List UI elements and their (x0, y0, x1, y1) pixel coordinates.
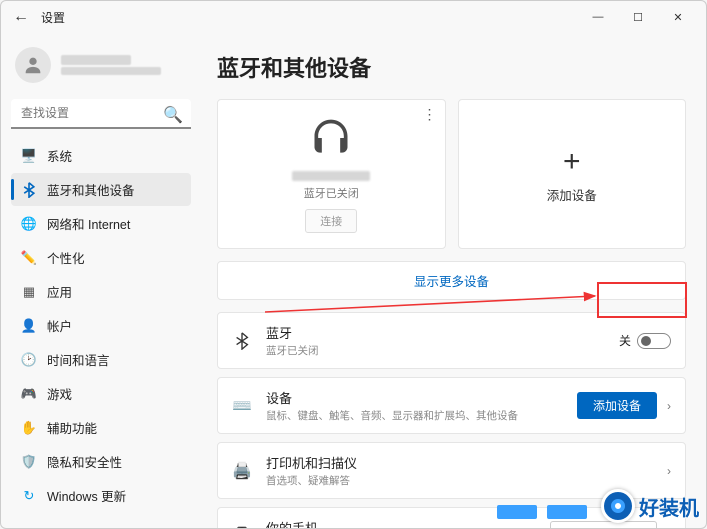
watermark-logo-icon (601, 489, 635, 523)
chevron-right-icon: › (667, 464, 671, 478)
search-box[interactable]: 🔍 (11, 99, 191, 129)
main-content: 蓝牙和其他设备 ⋮ 蓝牙已关闭 连接 + 添加设备 显示更多设备 (201, 33, 706, 528)
printers-title: 打印机和扫描仪 (266, 453, 357, 472)
watermark: 好装机 (601, 489, 699, 523)
chevron-right-icon: › (667, 399, 671, 413)
sidebar-item-0[interactable]: 🖥️ 系统 (11, 139, 191, 172)
device-card[interactable]: ⋮ 蓝牙已关闭 连接 (217, 99, 446, 249)
avatar-icon (15, 47, 51, 83)
nav-icon: ↻ (21, 488, 37, 504)
show-more-devices-link[interactable]: 显示更多设备 (217, 261, 686, 300)
profile-name-redacted (61, 55, 131, 65)
phone-title: 你的手机 (266, 518, 466, 528)
nav-label: 系统 (47, 146, 72, 165)
devices-row[interactable]: ⌨️ 设备 鼠标、键盘、触笔、音频、显示器和扩展坞、其他设备 添加设备 › (217, 377, 686, 434)
nav-icon (21, 182, 37, 198)
nav-icon: 🖥️ (21, 148, 37, 164)
plus-icon: + (563, 145, 581, 179)
profile-email-redacted (61, 67, 161, 75)
devices-icon: ⌨️ (232, 396, 252, 416)
nav-list: 🖥️ 系统蓝牙和其他设备 🌐 网络和 Internet ✏️ 个性化 ▦ 应用 👤 帐户 🕑 时间和语… (11, 139, 191, 512)
nav-icon: ✋ (21, 420, 37, 436)
window-title: 设置 (41, 9, 65, 26)
profile-text (61, 55, 161, 75)
sidebar-item-10[interactable]: ↻ Windows 更新 (11, 479, 191, 512)
sidebar-item-7[interactable]: 🎮 游戏 (11, 377, 191, 410)
sidebar-item-4[interactable]: ▦ 应用 (11, 275, 191, 308)
window-controls: — ☐ ✕ (578, 1, 698, 33)
more-icon[interactable]: ⋮ (423, 106, 437, 123)
nav-icon: ✏️ (21, 250, 37, 266)
back-button[interactable]: ← (9, 8, 33, 26)
nav-icon: 🎮 (21, 386, 37, 402)
bluetooth-toggle[interactable] (637, 333, 671, 349)
nav-label: 时间和语言 (47, 350, 110, 369)
device-name-redacted (292, 171, 370, 181)
device-cards: ⋮ 蓝牙已关闭 连接 + 添加设备 (217, 99, 686, 249)
headphones-icon (309, 116, 353, 165)
add-device-card[interactable]: + 添加设备 (458, 99, 687, 249)
search-icon: 🔍 (163, 105, 183, 125)
minimize-button[interactable]: — (578, 1, 618, 33)
device-status: 蓝牙已关闭 (304, 185, 359, 201)
redaction-bar (547, 505, 587, 519)
sidebar-item-5[interactable]: 👤 帐户 (11, 309, 191, 342)
add-device-button[interactable]: 添加设备 (577, 392, 657, 419)
devices-title: 设备 (266, 388, 518, 407)
bluetooth-sub: 蓝牙已关闭 (266, 343, 319, 358)
maximize-button[interactable]: ☐ (618, 1, 658, 33)
bluetooth-toggle-group: 关 (619, 332, 671, 349)
sidebar-item-9[interactable]: 🛡️ 隐私和安全性 (11, 445, 191, 478)
redaction-bar (497, 505, 537, 519)
sidebar-item-6[interactable]: 🕑 时间和语言 (11, 343, 191, 376)
add-device-label: 添加设备 (547, 185, 597, 204)
sidebar-item-8[interactable]: ✋ 辅助功能 (11, 411, 191, 444)
titlebar: ← 设置 — ☐ ✕ (1, 1, 706, 33)
toggle-label: 关 (619, 332, 631, 349)
nav-icon: 🕑 (21, 352, 37, 368)
nav-label: 隐私和安全性 (47, 452, 122, 471)
phone-icon: 📱 (232, 526, 252, 529)
nav-icon: 🌐 (21, 216, 37, 232)
sidebar-item-3[interactable]: ✏️ 个性化 (11, 241, 191, 274)
sidebar-item-1[interactable]: 蓝牙和其他设备 (11, 173, 191, 206)
profile-section[interactable] (11, 41, 191, 95)
printer-icon: 🖨️ (232, 461, 252, 481)
nav-label: 应用 (47, 282, 72, 301)
nav-label: Windows 更新 (47, 486, 126, 505)
watermark-text: 好装机 (639, 492, 699, 521)
nav-label: 游戏 (47, 384, 72, 403)
nav-icon: 👤 (21, 318, 37, 334)
page-title: 蓝牙和其他设备 (217, 51, 686, 83)
printers-sub: 首选项、疑难解答 (266, 473, 357, 488)
sidebar: 🔍 🖥️ 系统蓝牙和其他设备 🌐 网络和 Internet ✏️ 个性化 ▦ 应用 👤 帐户 🕑 时间… (1, 33, 201, 528)
nav-label: 辅助功能 (47, 418, 97, 437)
nav-label: 帐户 (47, 316, 72, 335)
connect-button[interactable]: 连接 (305, 209, 357, 233)
settings-window: ← 设置 — ☐ ✕ 🔍 🖥️系统蓝牙和其他设备🌐网络和 In (0, 0, 707, 529)
nav-icon: 🛡️ (21, 454, 37, 470)
sidebar-item-2[interactable]: 🌐 网络和 Internet (11, 207, 191, 240)
devices-sub: 鼠标、键盘、触笔、音频、显示器和扩展坞、其他设备 (266, 408, 518, 423)
nav-icon: ▦ (21, 284, 37, 300)
nav-label: 个性化 (47, 248, 85, 267)
nav-label: 蓝牙和其他设备 (47, 180, 135, 199)
bluetooth-title: 蓝牙 (266, 323, 319, 342)
bluetooth-row[interactable]: 蓝牙 蓝牙已关闭 关 (217, 312, 686, 369)
nav-label: 网络和 Internet (47, 214, 130, 233)
bluetooth-icon (232, 332, 252, 350)
close-button[interactable]: ✕ (658, 1, 698, 33)
